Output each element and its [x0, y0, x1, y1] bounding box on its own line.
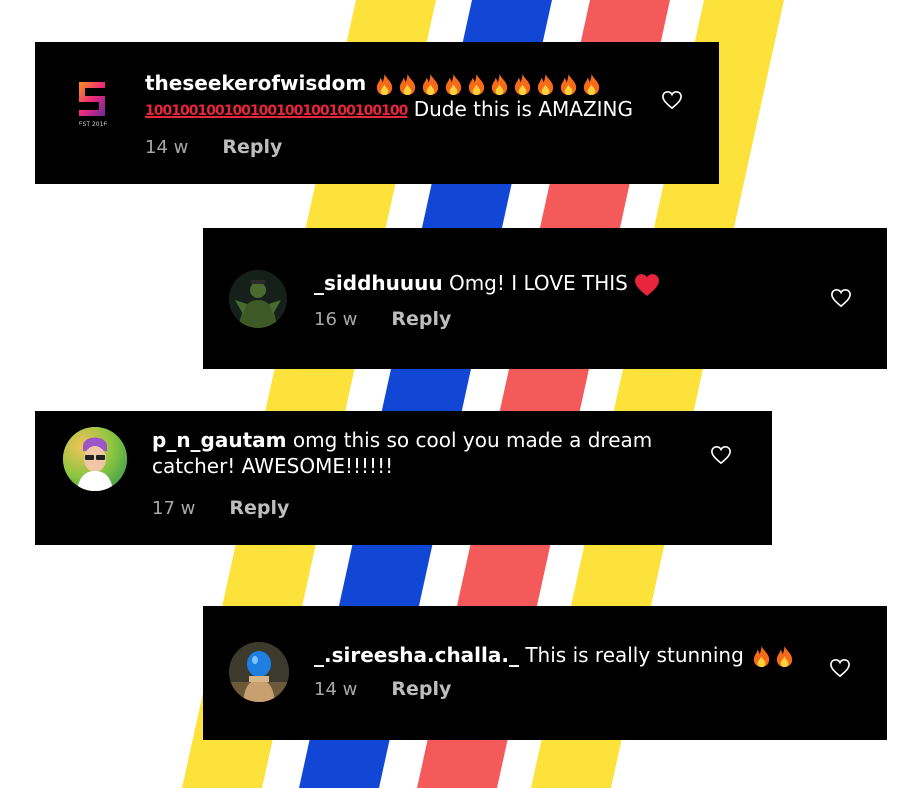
comment-second-line: catcher! AWESOME!!!!!!	[152, 453, 652, 479]
reply-button[interactable]: Reply	[229, 497, 289, 519]
comment-card: p_n_gautam omg this so cool you made a d…	[35, 411, 772, 545]
hundred-points-emoji-icon: 100	[249, 102, 277, 119]
comment-body: Omg! I LOVE THIS	[448, 271, 628, 295]
svg-text:EST 2016: EST 2016	[79, 121, 108, 128]
comment-first-line: _siddhuuuu Omg! I LOVE THIS	[314, 270, 660, 297]
comment-first-line: _.sireesha.challa._ This is really stunn…	[314, 642, 796, 668]
hulk-photo-icon	[229, 270, 287, 328]
avatar[interactable]: EST 2016	[65, 72, 121, 128]
fire-emoji-icon	[468, 73, 484, 96]
comment-second-line: 100100100100100100100100100100 Dude this…	[145, 96, 633, 124]
fire-emoji-icon	[422, 73, 438, 96]
comment-card: _.sireesha.challa._ This is really stunn…	[203, 606, 887, 740]
comment-username[interactable]: _.sireesha.challa._	[314, 643, 519, 667]
avatar[interactable]	[63, 427, 127, 491]
hundred-points-emoji-icon: 100	[354, 102, 382, 119]
heart-outline-icon[interactable]	[829, 658, 851, 678]
comment-card: EST 2016 theseekerofwisdom 1001001001001…	[35, 42, 719, 184]
fire-emoji-row	[373, 71, 603, 96]
fire-emoji-icon	[583, 73, 599, 96]
comment-username[interactable]: p_n_gautam	[152, 428, 287, 452]
comment-card: _siddhuuuu Omg! I LOVE THIS 16 w Reply	[203, 228, 887, 369]
comment-text-block: p_n_gautam omg this so cool you made a d…	[152, 427, 652, 479]
avatar[interactable]	[229, 642, 289, 702]
fire-emoji-icon	[537, 73, 553, 96]
red-heart-emoji-icon	[635, 273, 660, 296]
heart-outline-icon[interactable]	[661, 90, 683, 110]
comment-first-line: p_n_gautam omg this so cool you made a d…	[152, 427, 652, 453]
fire-emoji-icon	[399, 73, 415, 96]
hundred-points-emoji-icon: 100	[223, 102, 251, 119]
comment-timestamp: 14 w	[145, 136, 189, 158]
comment-username[interactable]: _siddhuuuu	[314, 271, 443, 295]
hundred-points-emoji-icon: 100	[197, 102, 224, 119]
fire-emoji-icon	[376, 73, 392, 96]
hundred-points-emoji-icon: 100	[171, 102, 198, 119]
hundred-points-emoji-icon: 100	[381, 102, 408, 119]
reply-button[interactable]: Reply	[391, 308, 451, 330]
comment-username[interactable]: theseekerofwisdom	[145, 71, 366, 95]
comment-text-block: _siddhuuuu Omg! I LOVE THIS	[314, 270, 660, 297]
fire-emoji-icon	[491, 73, 507, 96]
comment-text-block: theseekerofwisdom 1001001001001001001001…	[145, 70, 633, 124]
comment-text-block: _.sireesha.challa._ This is really stunn…	[314, 642, 796, 668]
hundred-points-emoji-icon: 100	[276, 102, 303, 119]
comment-body-line1: omg this so cool you made a dream	[292, 428, 653, 452]
comment-meta: 14 w Reply	[314, 678, 451, 700]
fire-emoji-icon	[560, 73, 576, 96]
comment-body: Dude this is AMAZING	[413, 97, 633, 121]
cartoon-portrait-icon	[63, 427, 127, 491]
comment-body: This is really stunning	[525, 643, 744, 667]
comment-meta: 17 w Reply	[152, 497, 289, 519]
avatar[interactable]	[229, 270, 287, 328]
comment-timestamp: 16 w	[314, 308, 358, 330]
heart-outline-icon[interactable]	[830, 288, 852, 308]
fire-emoji-icon	[514, 73, 530, 96]
fire-emoji-icon	[776, 645, 793, 668]
heart-outline-icon[interactable]	[710, 445, 732, 465]
fire-emoji-row	[750, 643, 796, 668]
comment-timestamp: 14 w	[314, 678, 358, 700]
comment-meta: 14 w Reply	[145, 136, 282, 158]
person-with-balloon-icon	[229, 642, 289, 702]
hundred-points-emoji-icon: 100	[145, 102, 172, 119]
reply-button[interactable]: Reply	[391, 678, 451, 700]
fire-emoji-icon	[445, 73, 461, 96]
comment-first-line: theseekerofwisdom	[145, 70, 633, 96]
comment-meta: 16 w Reply	[314, 308, 451, 330]
hundred-emoji-row: 100100100100100100100100100100	[145, 97, 408, 121]
comment-body-line2: catcher! AWESOME!!!!!!	[152, 454, 394, 478]
hundred-points-emoji-icon: 100	[302, 102, 329, 119]
fire-emoji-icon	[753, 645, 770, 668]
hundred-points-emoji-icon: 100	[328, 102, 356, 119]
seeker-logo-icon: EST 2016	[79, 82, 108, 128]
comment-timestamp: 17 w	[152, 497, 196, 519]
reply-button[interactable]: Reply	[222, 136, 282, 158]
